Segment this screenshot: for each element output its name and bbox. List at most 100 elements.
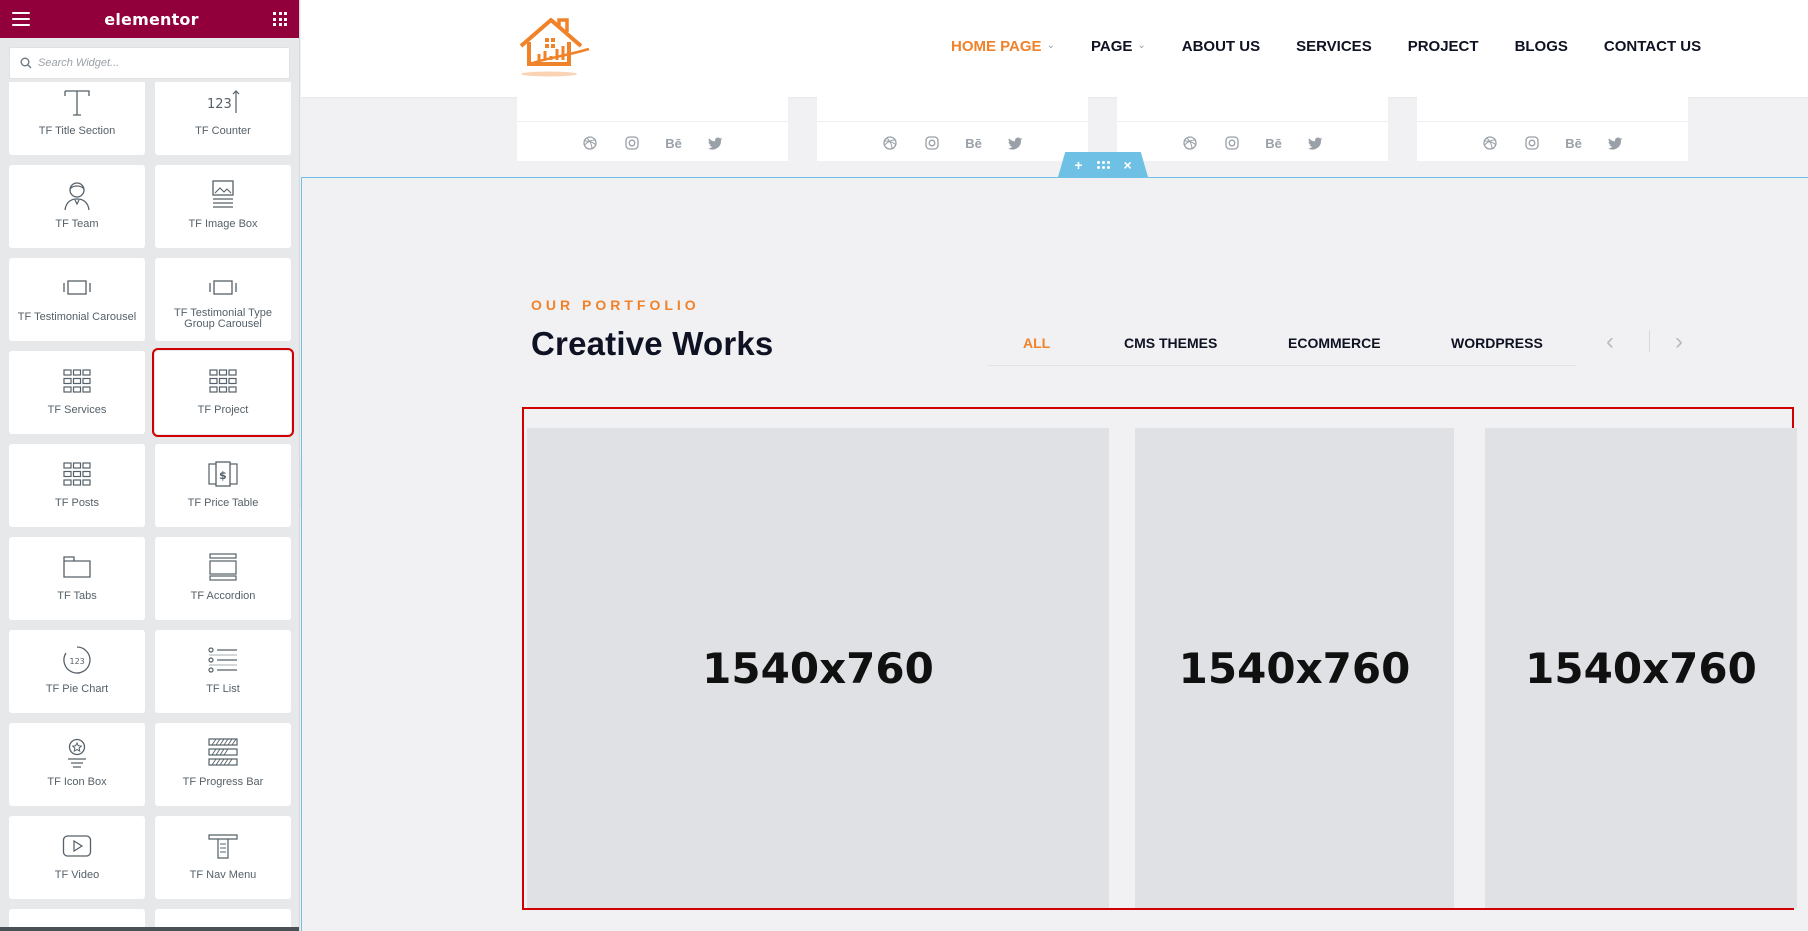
- twitter-icon[interactable]: [1008, 135, 1024, 151]
- delete-section-icon[interactable]: ×: [1124, 158, 1132, 172]
- dribbble-icon[interactable]: [1482, 135, 1498, 151]
- testimonial-group-carousel-icon: [208, 272, 238, 304]
- progress-bar-icon: [208, 737, 238, 769]
- widget-label: TF Image Box: [188, 218, 258, 230]
- next-arrow-icon[interactable]: ›: [1675, 330, 1683, 354]
- widget-label: TF Nav Menu: [189, 869, 257, 881]
- behance-icon[interactable]: Bē: [1265, 135, 1282, 151]
- widget-tf-video[interactable]: TF Video: [9, 816, 145, 899]
- site-header: HOME PAGE ⌄ PAGE ⌄ ABOUT US SERVICES PROJE…: [301, 0, 1808, 97]
- search-input[interactable]: [38, 48, 278, 78]
- widget-tf-list[interactable]: TF List: [155, 630, 291, 713]
- chevron-down-icon: ⌄: [1046, 40, 1055, 51]
- portfolio-card[interactable]: 1540x760: [1135, 428, 1454, 908]
- nav-contact-us[interactable]: CONTACT US: [1604, 38, 1701, 55]
- behance-icon[interactable]: Bē: [965, 135, 982, 151]
- instagram-icon[interactable]: [924, 135, 940, 151]
- widget-tf-posts[interactable]: TF Posts: [9, 444, 145, 527]
- placeholder-label: 1540x760: [702, 643, 934, 693]
- widget-tf-services[interactable]: TF Services: [9, 351, 145, 434]
- nav-project[interactable]: PROJECT: [1408, 38, 1479, 55]
- filter-wordpress[interactable]: WORDPRESS: [1451, 335, 1543, 351]
- widget-tf-nav-menu[interactable]: TF Nav Menu: [155, 816, 291, 899]
- panel-footer-bar: [0, 927, 299, 931]
- widget-tf-counter[interactable]: 123 TF Counter: [155, 82, 291, 155]
- prev-arrow-icon[interactable]: ‹: [1606, 330, 1614, 354]
- widget-label: TF Progress Bar: [182, 776, 264, 788]
- menu-icon[interactable]: [12, 12, 30, 26]
- widget-partial[interactable]: [155, 909, 291, 929]
- widgets-grid-icon[interactable]: [273, 12, 287, 26]
- widget-label: TF List: [206, 683, 240, 695]
- services-grid-icon: [63, 365, 91, 397]
- widget-tf-testimonial-carousel[interactable]: TF Testimonial Carousel: [9, 258, 145, 341]
- editor-preview: HOME PAGE ⌄ PAGE ⌄ ABOUT US SERVICES PROJE…: [301, 0, 1808, 931]
- nav-services[interactable]: SERVICES: [1296, 38, 1372, 55]
- widget-tf-image-box[interactable]: TF Image Box: [155, 165, 291, 248]
- instagram-icon[interactable]: [1224, 135, 1240, 151]
- carousel-arrows: ‹ ›: [1604, 330, 1694, 354]
- widget-tf-title-section[interactable]: TF Title Section: [9, 82, 145, 155]
- widget-label: TF Posts: [54, 497, 99, 509]
- widget-tf-tabs[interactable]: TF Tabs: [9, 537, 145, 620]
- widget-tf-progress-bar[interactable]: TF Progress Bar: [155, 723, 291, 806]
- widget-label: TF Testimonial Type Group Carousel: [173, 307, 273, 330]
- widget-label: TF Testimonial Carousel: [17, 311, 137, 323]
- list-icon: [208, 644, 238, 676]
- behance-icon[interactable]: Bē: [1565, 135, 1582, 151]
- nav-about-us[interactable]: ABOUT US: [1182, 38, 1260, 55]
- tabs-icon: [62, 551, 92, 583]
- nav-page[interactable]: PAGE ⌄: [1091, 38, 1146, 55]
- twitter-icon[interactable]: [1608, 135, 1624, 151]
- nav-blogs[interactable]: BLOGS: [1515, 38, 1568, 55]
- widget-label: TF Project: [197, 404, 249, 416]
- behance-icon[interactable]: Bē: [665, 135, 682, 151]
- widget-label: TF Services: [47, 404, 107, 416]
- elementor-brand: elementor: [104, 9, 199, 29]
- widget-tf-icon-box[interactable]: TF Icon Box: [9, 723, 145, 806]
- filter-all[interactable]: ALL: [1023, 335, 1050, 351]
- main-nav: HOME PAGE ⌄ PAGE ⌄ ABOUT US SERVICES PROJE…: [951, 38, 1701, 55]
- price-table-icon: $: [208, 458, 238, 490]
- project-grid-icon: [209, 365, 237, 397]
- widget-tf-project[interactable]: TF Project: [152, 348, 294, 437]
- posts-grid-icon: [63, 458, 91, 490]
- widget-label: TF Price Table: [187, 497, 259, 509]
- portfolio-card[interactable]: 1540x760: [1485, 428, 1797, 908]
- dribbble-icon[interactable]: [582, 135, 598, 151]
- nav-label: HOME PAGE: [951, 38, 1042, 55]
- team-card: Bē: [1117, 97, 1388, 161]
- drag-section-icon[interactable]: [1096, 160, 1110, 169]
- dribbble-icon[interactable]: [1182, 135, 1198, 151]
- instagram-icon[interactable]: [1524, 135, 1540, 151]
- widget-label: TF Pie Chart: [45, 683, 109, 695]
- icon-box-icon: [64, 737, 90, 769]
- widget-tf-testimonial-type-group-carousel[interactable]: TF Testimonial Type Group Carousel: [155, 258, 291, 341]
- testimonial-carousel-icon: [62, 272, 92, 304]
- search-icon: [20, 57, 32, 69]
- team-card: Bē: [817, 97, 1088, 161]
- dribbble-icon[interactable]: [882, 135, 898, 151]
- elementor-panel: elementor TF Title Section 123 TF: [0, 0, 300, 931]
- add-section-icon[interactable]: +: [1074, 158, 1082, 172]
- widget-partial[interactable]: [9, 909, 145, 929]
- instagram-icon[interactable]: [624, 135, 640, 151]
- widget-tf-price-table[interactable]: $ TF Price Table: [155, 444, 291, 527]
- portfolio-card[interactable]: 1540x760: [527, 428, 1109, 908]
- filter-cms-themes[interactable]: CMS THEMES: [1124, 335, 1217, 351]
- widget-tf-team[interactable]: TF Team: [9, 165, 145, 248]
- team-card: Bē: [1417, 97, 1688, 161]
- svg-text:123: 123: [70, 657, 85, 666]
- widget-tf-pie-chart[interactable]: 123 TF Pie Chart: [9, 630, 145, 713]
- placeholder-label: 1540x760: [1178, 643, 1411, 693]
- section-handle: + ×: [1058, 152, 1148, 177]
- widget-label: TF Title Section: [38, 125, 116, 137]
- site-logo[interactable]: [515, 16, 591, 83]
- filter-ecommerce[interactable]: ECOMMERCE: [1288, 335, 1381, 351]
- twitter-icon[interactable]: [708, 135, 724, 151]
- nav-label: PAGE: [1090, 38, 1133, 55]
- twitter-icon[interactable]: [1308, 135, 1324, 151]
- widget-tf-accordion[interactable]: TF Accordion: [155, 537, 291, 620]
- nav-home-page[interactable]: HOME PAGE ⌄: [951, 38, 1055, 55]
- team-card: Bē: [517, 97, 788, 161]
